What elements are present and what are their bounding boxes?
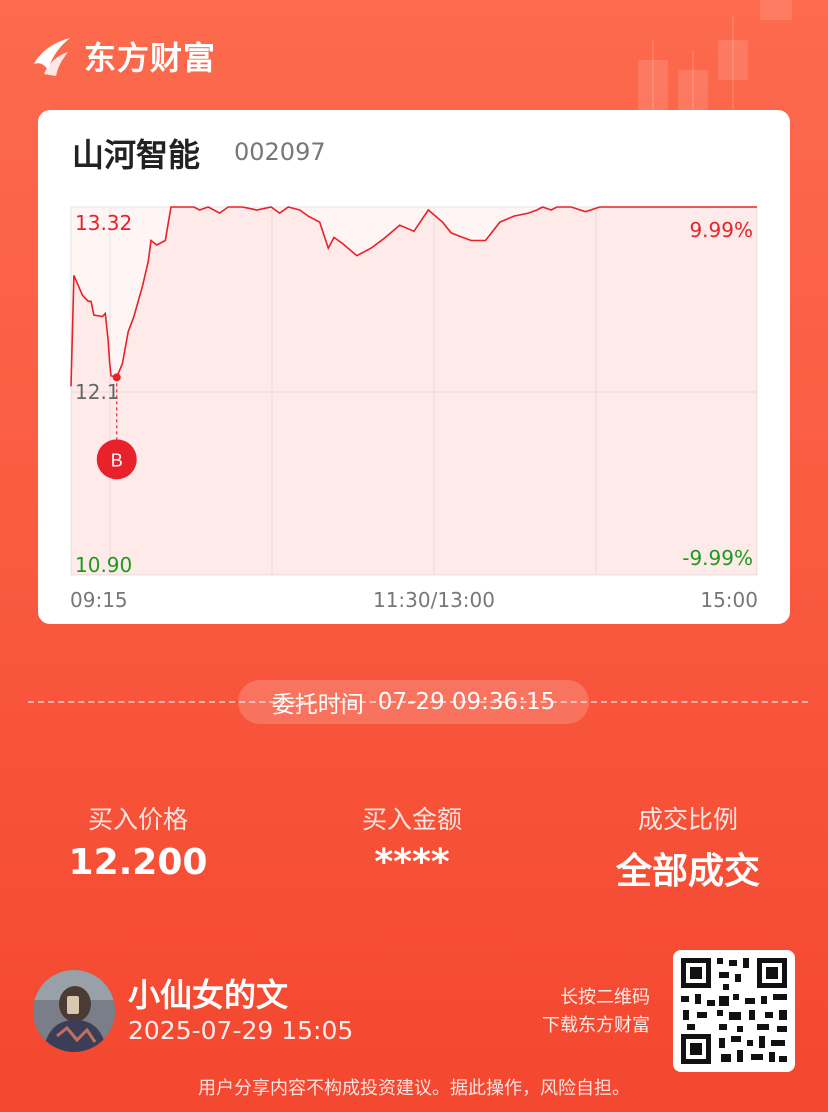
eastmoney-logo-icon	[34, 38, 70, 76]
stat-value: ****	[374, 842, 450, 883]
username: 小仙女的文	[128, 976, 289, 1014]
qr-hint-line2: 下载东方财富	[542, 1015, 650, 1036]
stat-label: 成交比例	[637, 805, 738, 834]
x-label-midday: 11:30/13:00	[373, 588, 495, 612]
qr-code[interactable]	[673, 950, 795, 1072]
avatar-photo-icon	[33, 970, 115, 1052]
avatar[interactable]	[33, 970, 115, 1052]
stat-buy-amount: 买入金额 ****	[292, 800, 532, 883]
stat-value: 全部成交	[615, 851, 760, 892]
brand-logo: 东方财富	[30, 34, 216, 78]
price-area-fill	[71, 207, 757, 575]
stock-chart-card: 山河智能 002097 B 13.32 12.1 10.90 9.99% -9.…	[38, 110, 790, 624]
stat-buy-price: 买入价格 12.200	[18, 800, 258, 883]
y-top-label: 13.32	[75, 211, 132, 235]
stat-fill-ratio: 成交比例 全部成交	[568, 800, 808, 894]
stat-label: 买入价格	[87, 805, 188, 834]
qr-code-icon	[681, 958, 787, 1064]
x-label-open: 09:15	[70, 588, 128, 612]
buy-marker-label: B	[111, 450, 123, 470]
stat-label: 买入金额	[361, 805, 462, 834]
pct-top-label: 9.99%	[689, 218, 753, 242]
pct-bottom-label: -9.99%	[682, 546, 753, 570]
qr-hint-line1: 长按二维码	[560, 987, 650, 1008]
intraday-chart: B 13.32 12.1 10.90 9.99% -9.99% 09:15 11…	[70, 206, 758, 612]
disclaimer: 用户分享内容不构成投资建议。据此操作，风险自担。	[198, 1078, 630, 1099]
order-time-label: 委托时间	[271, 692, 364, 718]
stat-value: 12.200	[68, 842, 208, 883]
order-time-pill: 委托时间 07-29 09:36:15	[238, 680, 589, 724]
share-timestamp: 2025-07-29 15:05	[128, 1016, 354, 1045]
x-label-close: 15:00	[700, 588, 758, 612]
brand-name: 东方财富	[84, 39, 217, 77]
y-mid-label: 12.1	[75, 380, 120, 404]
order-time-value: 07-29 09:36:15	[377, 689, 556, 715]
qr-hint: 长按二维码 下载东方财富	[542, 984, 650, 1040]
y-bottom-label: 10.90	[75, 553, 132, 577]
